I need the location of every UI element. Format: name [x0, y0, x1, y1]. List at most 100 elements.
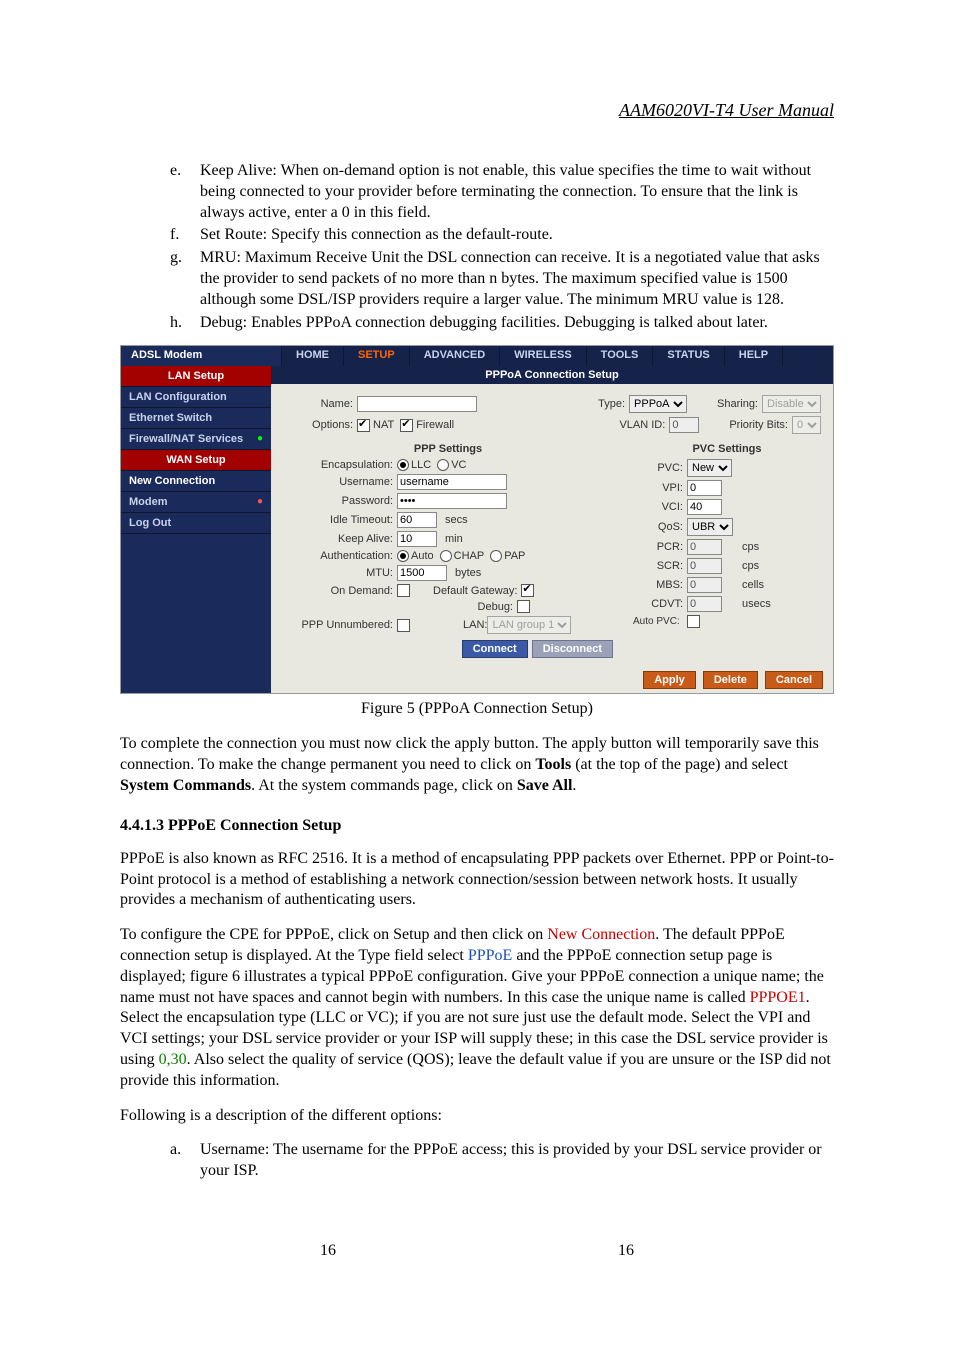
ondemand-checkbox[interactable] [397, 584, 410, 597]
nav-status[interactable]: STATUS [653, 346, 724, 366]
encap-llc-radio[interactable] [397, 459, 409, 471]
priority-select[interactable]: 0 [792, 416, 821, 434]
firewall-label: Firewall [416, 419, 454, 431]
list-marker: h. [170, 313, 200, 334]
priority-label: Priority Bits: [729, 419, 792, 431]
sidebar-lan-config[interactable]: LAN Configuration [121, 387, 271, 408]
debug-checkbox[interactable] [517, 600, 530, 613]
pcr-label: PCR: [633, 541, 687, 553]
username-input[interactable] [397, 474, 507, 490]
sidebar-wan-setup: WAN Setup [121, 450, 271, 471]
keepalive-unit: min [445, 533, 463, 545]
red-text: New Connection [547, 926, 655, 943]
nav-setup[interactable]: SETUP [344, 346, 410, 366]
paragraph-apply: To complete the connection you must now … [120, 734, 834, 796]
page-number-right: 16 [618, 1242, 634, 1260]
cdvt-label: CDVT: [633, 598, 687, 610]
mbs-label: MBS: [633, 579, 687, 591]
sidebar: LAN Setup LAN Configuration Ethernet Swi… [121, 366, 271, 693]
nav-help[interactable]: HELP [725, 346, 783, 366]
disconnect-button[interactable]: Disconnect [532, 640, 613, 658]
pvc-select[interactable]: New [687, 459, 732, 477]
name-input[interactable] [357, 396, 477, 412]
idle-input[interactable] [397, 512, 437, 528]
nav-tools[interactable]: TOOLS [587, 346, 654, 366]
vpi-input[interactable] [687, 480, 722, 496]
default-gw-checkbox[interactable] [521, 584, 534, 597]
delete-button[interactable]: Delete [703, 671, 758, 689]
qos-label: QoS: [633, 521, 687, 533]
nat-checkbox[interactable] [357, 419, 370, 432]
sidebar-modem[interactable]: Modem● [121, 492, 271, 513]
auth-auto-label: Auto [411, 550, 434, 562]
auth-label: Authentication: [283, 550, 397, 562]
firewall-checkbox[interactable] [400, 419, 413, 432]
list-marker: e. [170, 161, 200, 223]
idle-label: Idle Timeout: [283, 514, 397, 526]
nav-wireless[interactable]: WIRELESS [500, 346, 586, 366]
pppun-checkbox[interactable] [397, 619, 410, 632]
cdvt-input [687, 596, 722, 612]
pcr-unit: cps [742, 541, 759, 553]
password-input[interactable] [397, 493, 507, 509]
lan-label: LAN: [463, 619, 487, 631]
list-marker: f. [170, 225, 200, 246]
nav-advanced[interactable]: ADVANCED [410, 346, 501, 366]
pcr-input [687, 539, 722, 555]
page-number-left: 16 [320, 1242, 336, 1260]
type-select[interactable]: PPPoA [629, 395, 687, 413]
keepalive-input[interactable] [397, 531, 437, 547]
ondemand-label: On Demand: [283, 585, 397, 597]
idle-unit: secs [445, 514, 468, 526]
list-text: Username: The username for the PPPoE acc… [200, 1140, 834, 1182]
paragraph-options-intro: Following is a description of the differ… [120, 1106, 834, 1127]
page-numbers: 16 16 [120, 1242, 834, 1260]
auth-auto-radio[interactable] [397, 550, 409, 562]
sidebar-fw-nat[interactable]: Firewall/NAT Services● [121, 429, 271, 450]
encap-vc-label: VC [451, 459, 466, 471]
mbs-input [687, 577, 722, 593]
lan-select[interactable]: LAN group 1 [487, 616, 571, 634]
sidebar-lan-setup: LAN Setup [121, 366, 271, 387]
list-marker: g. [170, 248, 200, 310]
section-heading-pppoe: 4.4.1.3 PPPoE Connection Setup [120, 817, 834, 835]
modem-nav: ADSL Modem HOME SETUP ADVANCED WIRELESS … [121, 346, 833, 366]
qos-select[interactable]: UBR [687, 518, 733, 536]
list-item-h: h. Debug: Enables PPPoA connection debug… [170, 313, 834, 334]
sidebar-logout[interactable]: Log Out [121, 513, 271, 534]
sidebar-eth-switch[interactable]: Ethernet Switch [121, 408, 271, 429]
encap-label: Encapsulation: [283, 459, 397, 471]
auth-chap-label: CHAP [454, 550, 485, 562]
vci-input[interactable] [687, 499, 722, 515]
autopvc-label: Auto PVC: [633, 617, 687, 627]
sidebar-new-connection[interactable]: New Connection [121, 471, 271, 492]
list-item-f: f. Set Route: Specify this connection as… [170, 225, 834, 246]
vci-label: VCI: [633, 501, 687, 513]
type-label: Type: [598, 398, 629, 410]
mtu-input[interactable] [397, 565, 447, 581]
vpi-label: VPI: [633, 482, 687, 494]
options-label: Options: [283, 419, 357, 431]
nat-label: NAT [373, 419, 394, 431]
doc-header-title: AAM6020VI-T4 User Manual [120, 100, 834, 121]
connect-button[interactable]: Connect [462, 640, 528, 658]
encap-llc-label: LLC [411, 459, 431, 471]
autopvc-checkbox[interactable] [687, 615, 700, 628]
mbs-unit: cells [742, 579, 764, 591]
auth-pap-label: PAP [504, 550, 525, 562]
nav-home[interactable]: HOME [282, 346, 344, 366]
figure-pppoa-setup: ADSL Modem HOME SETUP ADVANCED WIRELESS … [120, 345, 834, 694]
auth-pap-radio[interactable] [490, 550, 502, 562]
list-item-e: e. Keep Alive: When on-demand option is … [170, 161, 834, 223]
vlan-input [669, 417, 699, 433]
sharing-select[interactable]: Disable [762, 395, 821, 413]
apply-button[interactable]: Apply [643, 671, 696, 689]
auth-chap-radio[interactable] [440, 550, 452, 562]
figure-caption: Figure 5 (PPPoA Connection Setup) [120, 700, 834, 718]
username-label: Username: [283, 476, 397, 488]
encap-vc-radio[interactable] [437, 459, 449, 471]
sharing-label: Sharing: [717, 398, 762, 410]
cancel-button[interactable]: Cancel [765, 671, 823, 689]
list-item-a: a. Username: The username for the PPPoE … [170, 1140, 834, 1182]
keepalive-label: Keep Alive: [283, 533, 397, 545]
